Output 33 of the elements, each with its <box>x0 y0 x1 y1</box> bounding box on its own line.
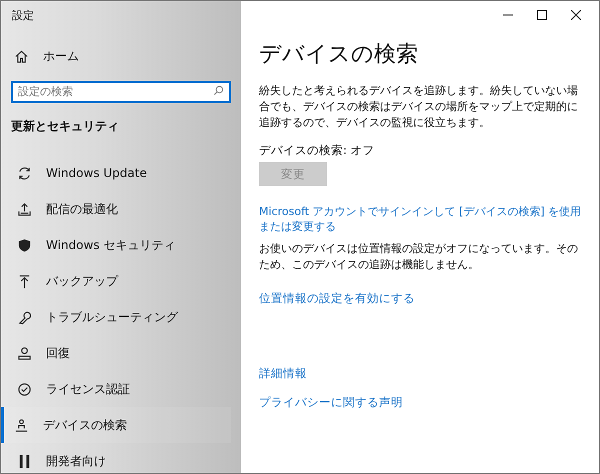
recovery-icon <box>17 346 32 360</box>
maximize-icon[interactable] <box>537 10 547 20</box>
sync-icon <box>17 166 32 180</box>
home-icon <box>14 48 29 64</box>
home-link[interactable]: ホーム <box>11 41 231 71</box>
sidebar-item[interactable]: トラブルシューティング <box>1 299 231 335</box>
wrench-icon <box>17 310 32 324</box>
sidebar-item[interactable]: バックアップ <box>1 263 231 299</box>
info-link[interactable]: プライバシーに関する声明 <box>259 395 403 410</box>
sidebar-item[interactable]: 配信の最適化 <box>1 191 231 227</box>
person-icon <box>14 418 29 432</box>
sidebar-item[interactable]: Windows Update <box>1 155 231 191</box>
status-text: デバイスの検索: オフ <box>259 143 376 158</box>
signin-link[interactable]: Microsoft アカウントでサインインして [デバイスの検索] を使用または変更する <box>259 204 585 234</box>
check-circle-icon <box>17 382 32 396</box>
upload-arrow-icon <box>17 274 32 288</box>
page-title: デバイスの検索 <box>259 41 419 69</box>
sidebar-item[interactable]: ライセンス認証 <box>1 371 231 407</box>
close-icon[interactable] <box>571 10 581 20</box>
search-icon <box>213 85 224 96</box>
section-heading: 更新とセキュリティ <box>11 118 120 135</box>
description-text: 紛失したと考えられるデバイスを追跡します。紛失していない場合でも、デバイスの検索はデバイスの場所をマップ上で定期的に追跡するので、デバイスの監視に役立ちます。 <box>259 83 579 131</box>
upload-tray-icon <box>17 202 32 216</box>
sidebar-item[interactable]: デバイスの検索 <box>1 407 231 443</box>
shield-icon <box>17 238 32 252</box>
sidebar-item[interactable]: 開発者向け <box>1 443 231 473</box>
window-title: 設定 <box>11 8 35 24</box>
sidebar-item[interactable]: Windows セキュリティ <box>1 227 231 263</box>
info-link[interactable]: 詳細情報 <box>259 366 307 381</box>
sidebar-item[interactable]: 回復 <box>1 335 231 371</box>
location-note: お使いのデバイスは位置情報の設定がオフになっています。そのため、このデバイスの追跡は機能しません。 <box>259 241 579 273</box>
search-field[interactable]: 設定の検索 <box>11 80 231 102</box>
location-settings-link[interactable]: 位置情報の設定を有効にする <box>259 291 585 306</box>
